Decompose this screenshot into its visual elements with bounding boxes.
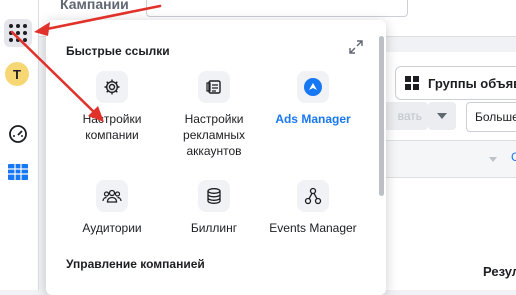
ads-manager-icon [297,71,329,103]
more-button[interactable]: Больше [466,102,516,132]
dropdown-button[interactable] [428,102,456,130]
quick-link-label: Настройки компании [82,112,142,142]
gauge-icon[interactable] [4,120,32,148]
section-title-company-management: Управление компанией [66,257,205,271]
table-icon[interactable] [4,158,32,186]
billing-icon [198,180,230,212]
tab-ad-groups[interactable]: Группы объяв [395,66,516,100]
header-link[interactable]: С [511,150,516,164]
expand-icon[interactable] [349,40,363,54]
quick-link-label: Events Manager [269,221,357,235]
accounts-icon [198,71,230,103]
chevron-down-icon [437,113,447,119]
popup-title: Быстрые ссылки [66,44,170,58]
gear-icon [96,71,128,103]
quick-link-ads-manager[interactable]: Ads Manager [263,71,363,127]
quick-link-label: Аудитории [82,221,142,235]
results-label: Резул [483,264,516,279]
scrollbar[interactable] [379,36,384,196]
quick-link-ad-account-settings[interactable]: Настройки рекламных аккаунтов [164,71,264,159]
quick-link-billing[interactable]: Биллинг [164,180,264,236]
avatar[interactable]: T [5,62,29,86]
quick-link-company-settings[interactable]: Настройки компании [62,71,162,143]
quick-links-popup: Быстрые ссылки Настройки компании Настро… [46,20,386,295]
quick-link-label: Биллинг [190,221,238,235]
quick-link-audiences[interactable]: Аудитории [62,180,162,236]
apps-grid-button[interactable] [4,19,32,47]
left-rail: T [0,0,39,290]
events-manager-icon [297,180,329,212]
grid-icon [9,24,27,42]
tab-ad-groups-label: Группы объяв [428,75,516,91]
ad-groups-icon [405,76,419,90]
sort-caret-icon[interactable] [489,157,497,162]
page-title: Кампании [60,0,129,12]
search-field[interactable] [146,0,408,17]
audience-icon [96,180,128,212]
quick-link-label: Ads Manager [275,112,351,126]
quick-link-label: Настройки рекламных аккаунтов [183,112,245,158]
quick-link-events-manager[interactable]: Events Manager [263,180,363,236]
